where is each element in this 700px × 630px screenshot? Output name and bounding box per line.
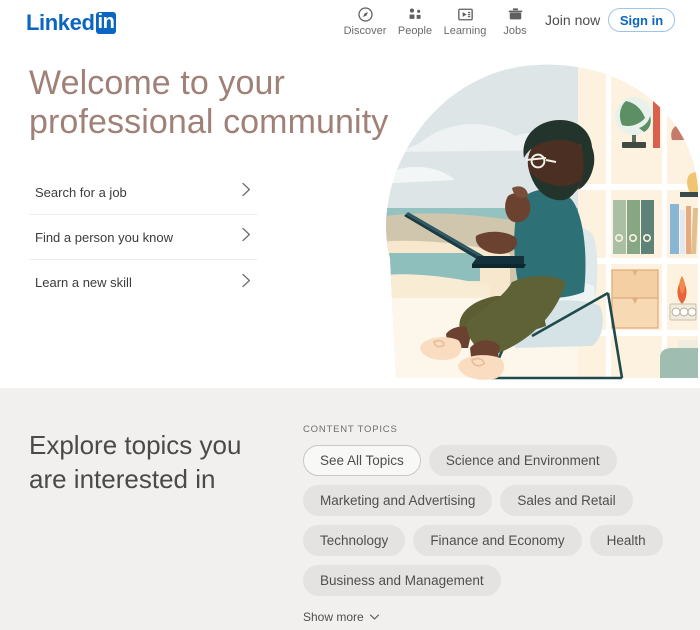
topic-pill-finance-and-economy[interactable]: Finance and Economy bbox=[413, 525, 582, 556]
learning-icon bbox=[457, 5, 474, 23]
linkedin-logo[interactable]: Linked in bbox=[26, 10, 117, 36]
briefcase-icon bbox=[507, 5, 524, 23]
site-header: Linked in Discover People Learning Jobs … bbox=[0, 0, 700, 48]
hero-link-learn-a-new-skill[interactable]: Learn a new skill bbox=[29, 260, 258, 305]
topic-pill-marketing-and-advertising[interactable]: Marketing and Advertising bbox=[303, 485, 493, 516]
nav-label-jobs: Jobs bbox=[503, 25, 527, 37]
nav-item-jobs[interactable]: Jobs bbox=[490, 2, 540, 37]
nav-item-people[interactable]: People bbox=[390, 2, 440, 37]
topic-pill-list: See All Topics Science and Environment M… bbox=[303, 445, 683, 596]
chevron-down-icon bbox=[369, 610, 380, 624]
show-more-label: Show more bbox=[303, 610, 364, 624]
primary-nav: Discover People Learning Jobs bbox=[340, 2, 540, 37]
linkedin-homepage: Linked in Discover People Learning Jobs … bbox=[0, 0, 700, 630]
logo-badge: in bbox=[95, 11, 117, 34]
chevron-right-icon bbox=[241, 182, 252, 203]
topics-title-line-2: are interested in bbox=[29, 464, 216, 494]
topic-pill-technology[interactable]: Technology bbox=[303, 525, 406, 556]
hero-link-search-for-a-job[interactable]: Search for a job bbox=[29, 170, 258, 215]
hero-link-find-a-person-you-know[interactable]: Find a person you know bbox=[29, 215, 258, 260]
nav-label-learning: Learning bbox=[443, 25, 487, 37]
person-with-laptop-illustration bbox=[360, 48, 700, 388]
hero-link-list: Search for a job Find a person you know … bbox=[29, 170, 258, 305]
compass-icon bbox=[357, 5, 374, 23]
hero-section: Welcome to your professional community S… bbox=[0, 48, 700, 388]
topics-panel: CONTENT TOPICS See All Topics Science an… bbox=[303, 424, 678, 626]
hero-title-line-2: professional community bbox=[29, 103, 389, 141]
people-icon bbox=[407, 5, 424, 23]
hero-link-label: Learn a new skill bbox=[35, 275, 132, 290]
logo-wordmark: Linked bbox=[26, 10, 95, 35]
topics-title: Explore topics you are interested in bbox=[29, 428, 274, 496]
topic-pill-science-and-environment[interactable]: Science and Environment bbox=[428, 445, 617, 476]
topic-pill-sales-and-retail[interactable]: Sales and Retail bbox=[500, 485, 633, 516]
topics-title-line-1: Explore topics you bbox=[29, 430, 242, 460]
nav-item-learning[interactable]: Learning bbox=[440, 2, 490, 37]
topic-pill-see-all-topics[interactable]: See All Topics bbox=[303, 445, 421, 476]
show-more-button[interactable]: Show more bbox=[303, 610, 380, 624]
nav-label-discover: Discover bbox=[343, 25, 387, 37]
hero-link-label: Search for a job bbox=[35, 184, 127, 200]
nav-item-discover[interactable]: Discover bbox=[340, 2, 390, 37]
nav-label-people: People bbox=[397, 25, 433, 37]
topic-pill-business-and-management[interactable]: Business and Management bbox=[303, 565, 501, 596]
sign-in-button[interactable]: Sign in bbox=[608, 8, 675, 32]
hero-link-label: Find a person you know bbox=[35, 229, 174, 245]
join-now-link[interactable]: Join now bbox=[545, 12, 600, 28]
hero-title-line-1: Welcome to your bbox=[29, 64, 285, 102]
content-topics-label: CONTENT TOPICS bbox=[303, 424, 398, 435]
chevron-right-icon bbox=[241, 227, 252, 248]
topic-pill-health[interactable]: Health bbox=[589, 525, 663, 556]
topics-section: Explore topics you are interested in CON… bbox=[0, 388, 700, 630]
chevron-right-icon bbox=[241, 272, 252, 293]
